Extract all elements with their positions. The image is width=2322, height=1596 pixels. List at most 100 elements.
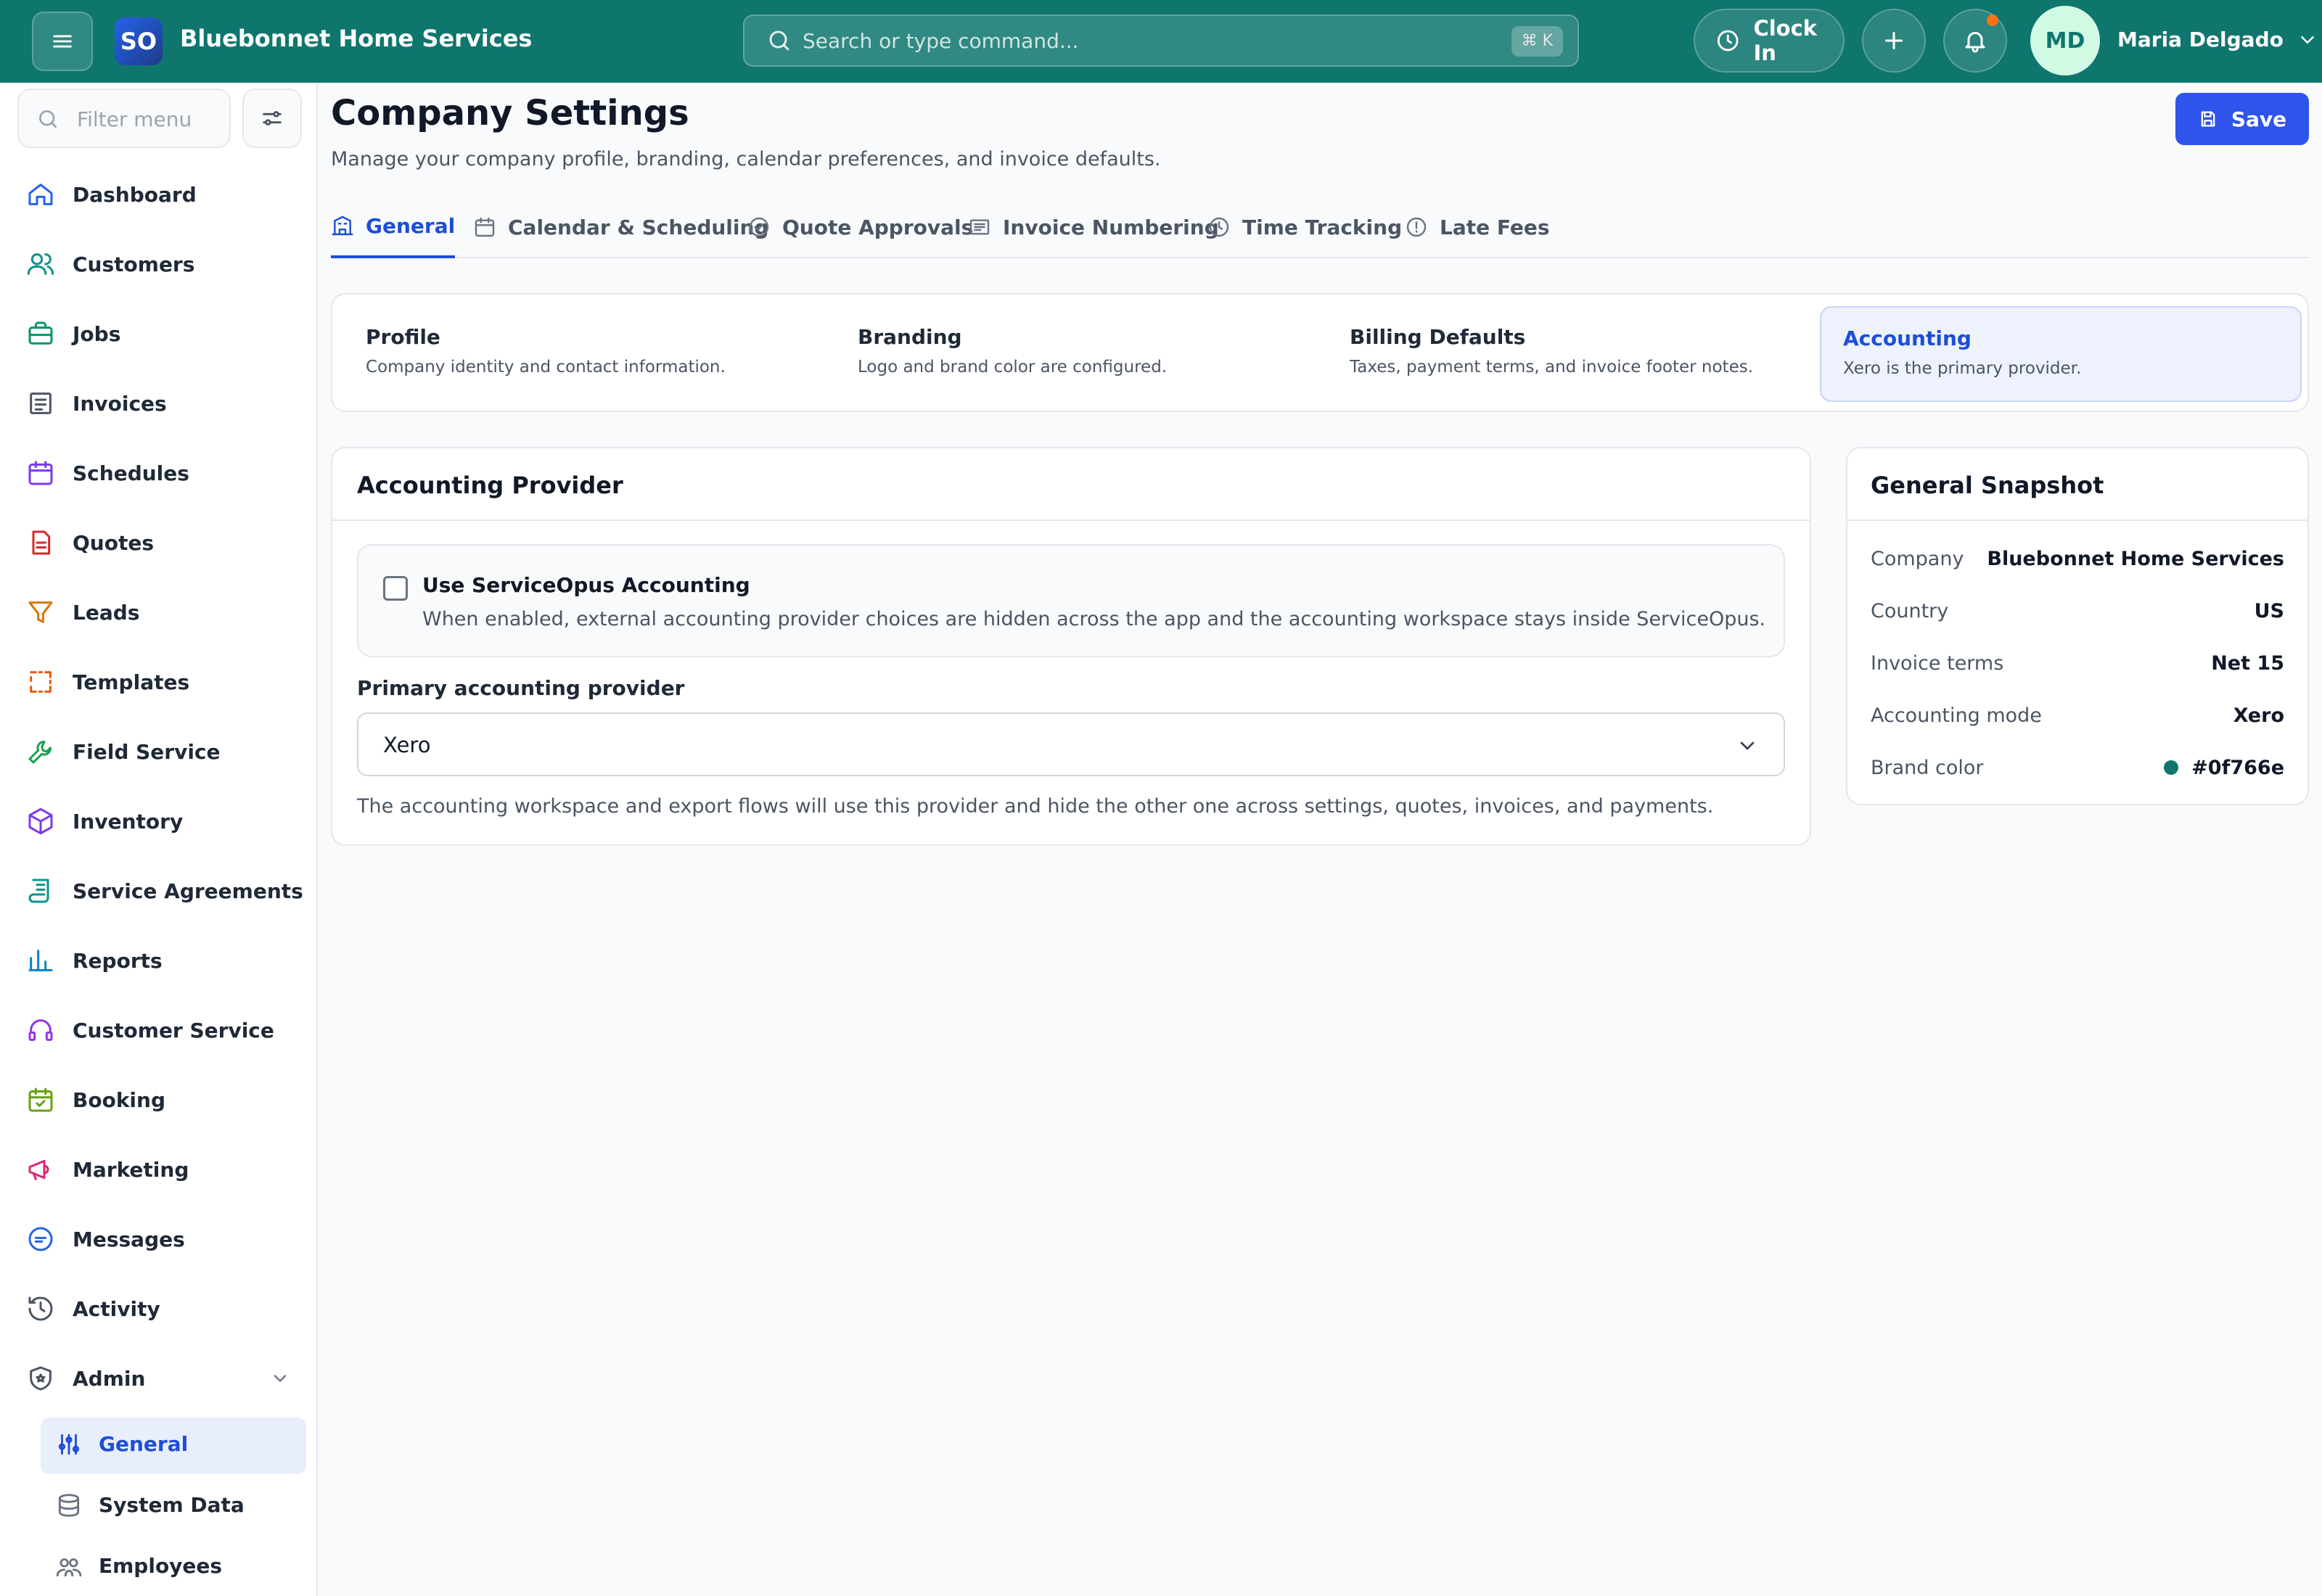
sidebar-item-schedules[interactable]: Schedules [0,444,318,502]
wrench-icon [28,741,52,764]
serviceopus-accounting-checkbox[interactable] [383,576,408,601]
sidebar-item-quotes[interactable]: Quotes [0,514,318,572]
megaphone-icon [28,1159,49,1180]
tab-label: Time Tracking [1242,215,1403,239]
save-button[interactable]: Save [2175,93,2309,145]
snapshot-value-text: #0f766e [2191,756,2284,779]
filter-menu-input[interactable]: Filter menu [17,89,231,148]
sidebar-item-label: Templates [73,670,190,694]
template-icon [30,671,52,693]
chat-icon [28,1227,53,1251]
home-icon [28,184,53,205]
sidebar-item-messages[interactable]: Messages [0,1210,318,1268]
tab-label: Late Fees [1440,215,1550,239]
headset-icon [28,1019,53,1041]
clock-in-button[interactable]: Clock In [1694,9,1845,73]
section-branding[interactable]: Branding Logo and brand color are configu… [836,306,1318,402]
sidebar-item-customers[interactable]: Customers [0,235,318,293]
snapshot-value-text: Xero [2233,704,2284,727]
search-icon [769,30,789,51]
sidebar-item-reports[interactable]: Reports [0,931,318,990]
section-description: Xero is the primary provider. [1843,359,2082,378]
chevron-down-icon [274,1375,287,1383]
briefcase-icon [28,321,53,345]
sidebar-item-label: Customer Service [73,1018,274,1042]
invoice-icon [30,392,52,414]
page-title: Company Settings [331,93,689,133]
sidebar-item-inventory[interactable]: Inventory [0,792,318,850]
sidebar-item-templates[interactable]: Templates [0,653,318,711]
sidebar-item-admin[interactable]: Admin [0,1349,318,1407]
sidebar-item-customer-service[interactable]: Customer Service [0,1001,318,1059]
tab-invoice-numbering[interactable]: Invoice Numbering [968,196,1219,258]
sidebar-item-label: Activity [73,1296,160,1321]
sidebar-item-field-service[interactable]: Field Service [0,723,318,781]
bell-icon [1965,32,1985,53]
sidebar: Filter menu Dashboard Customers Jobs Invoic… [0,83,318,1596]
history-icon [28,1296,53,1321]
user-menu[interactable]: Maria Delgado [2117,28,2318,52]
snapshot-value: US [2255,600,2284,622]
sidebar-item-leads[interactable]: Leads [0,583,318,641]
snapshot-value: #0f766e [2164,757,2284,779]
user-avatar[interactable]: MD [2030,6,2100,75]
sidebar-subitem-label: General [99,1432,189,1456]
sidebar-subitem-system-data[interactable]: System Data [41,1478,306,1535]
calendar-icon [28,461,53,485]
menu-settings-button[interactable] [242,89,302,148]
hamburger-icon [53,35,72,48]
scroll-icon [28,879,49,903]
sidebar-subitem-label: Employees [99,1554,223,1578]
notification-dot [1987,15,1998,26]
primary-provider-select[interactable]: Xero [357,712,1785,776]
shield-icon [30,1366,52,1391]
plus-icon [1885,32,1903,49]
sidebar-item-service-agreements[interactable]: Service Agreements [0,862,318,920]
checkbox-help-text: When enabled, external accounting provid… [422,608,1766,630]
serviceopus-accounting-option: Use ServiceOpus Accounting When enabled,… [357,544,1785,657]
sidebar-item-label: Dashboard [73,182,197,207]
sidebar-item-marketing[interactable]: Marketing [0,1140,318,1198]
command-search[interactable]: Search or type command... ⌘ K [743,15,1579,67]
snapshot-value: Net 15 [2211,652,2284,675]
sidebar-item-booking[interactable]: Booking [0,1071,318,1129]
add-button[interactable] [1862,9,1926,73]
sidebar-item-jobs[interactable]: Jobs [0,305,318,363]
section-accounting[interactable]: Accounting Xero is the primary provider. [1820,306,2302,402]
calendar-icon [475,217,495,237]
company-logo: SO [115,17,163,65]
tab-quote-approvals[interactable]: Quote Approvals [747,196,973,258]
tab-time-tracking[interactable]: Time Tracking [1207,196,1402,258]
sidebar-item-invoices[interactable]: Invoices [0,374,318,432]
clock-in-label: Clock In [1753,16,1818,65]
list-icon [969,219,990,235]
sliders-horizontal-icon [263,111,282,126]
tab-general[interactable]: General [331,196,456,258]
building-icon [332,215,353,236]
checkbox-label[interactable]: Use ServiceOpus Accounting [422,573,750,597]
section-billing-defaults[interactable]: Billing Defaults Taxes, payment terms, an… [1328,306,1810,402]
sidebar-item-label: Inventory [73,809,184,834]
company-name: Bluebonnet Home Services [180,25,533,52]
alert-circle-icon [1406,217,1427,237]
menu-toggle-button[interactable] [32,12,93,71]
people-icon [56,1558,82,1577]
sidebar-subitem-general[interactable]: General [41,1418,306,1474]
section-profile[interactable]: Profile Company identity and contact info… [344,306,826,402]
clock-icon [1717,30,1739,52]
notifications-button[interactable] [1943,9,2007,73]
sidebar-item-label: Booking [73,1087,166,1112]
search-shortcut-badge: ⌘ K [1511,26,1563,57]
card-header: General Snapshot [1847,448,2307,521]
tab-calendar-scheduling[interactable]: Calendar & Scheduling [473,196,768,258]
snapshot-value-text: US [2254,599,2284,622]
provider-field-label: Primary accounting provider [357,676,685,700]
tab-label: Quote Approvals [782,215,974,239]
sidebar-item-dashboard[interactable]: Dashboard [0,165,318,223]
tab-late-fees[interactable]: Late Fees [1405,196,1550,258]
snapshot-key: Accounting mode [1871,704,2042,727]
sidebar-subitem-employees[interactable]: Employees [41,1539,306,1596]
sidebar-item-label: Quotes [73,530,155,555]
sidebar-item-activity[interactable]: Activity [0,1280,318,1338]
file-icon [32,530,51,555]
